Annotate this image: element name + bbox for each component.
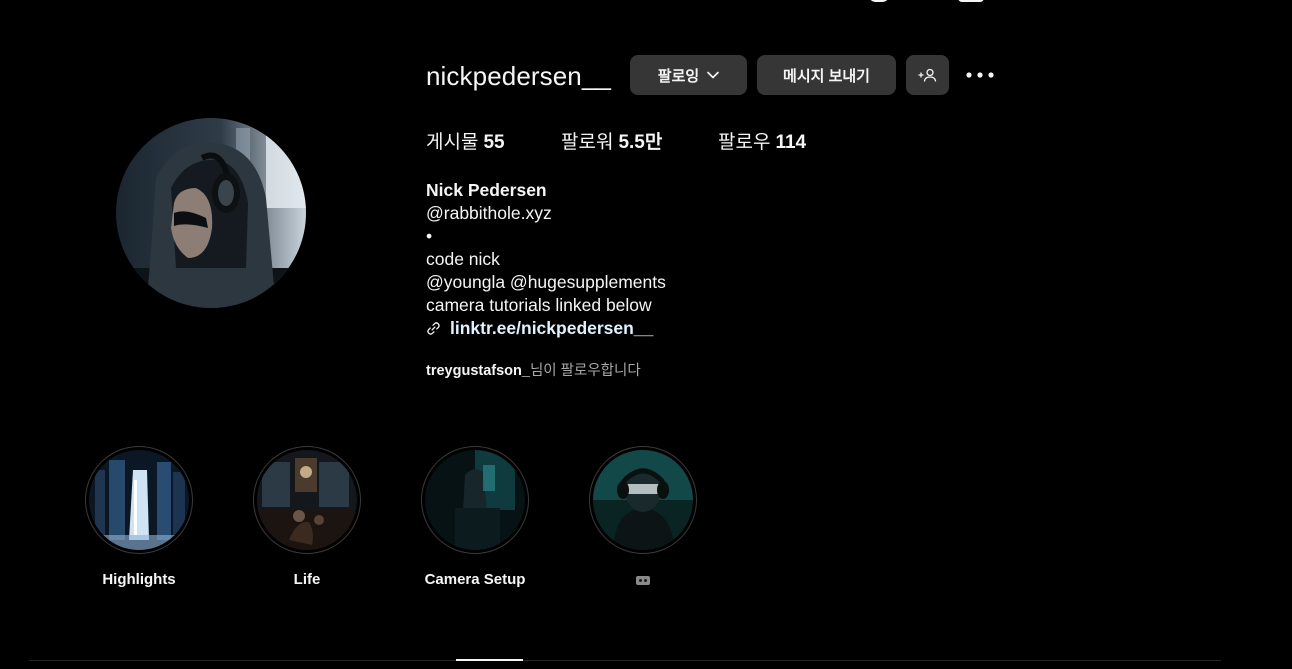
chevron-down-icon [707, 71, 720, 79]
posts-count: 게시물 55 [426, 131, 505, 155]
highlight-ring [421, 446, 529, 554]
followed-by-suffix: 님이 팔로우합니다 [529, 363, 641, 379]
story-highlight[interactable]: Camera Setup [405, 446, 545, 590]
top-nav-icon[interactable] [958, 0, 984, 2]
highlight-cover-image [425, 450, 525, 550]
followed-by-info[interactable]: treygustafson_님이 팔로우합니다 [426, 361, 641, 381]
story-highlight[interactable] [573, 446, 713, 590]
top-nav-icon[interactable] [868, 0, 890, 2]
followed-by-user[interactable]: treygustafson_ [426, 363, 530, 379]
profile-bio: Nick Pedersen @rabbithole.xyz • code nic… [426, 179, 666, 340]
cassette-tape-icon [636, 575, 650, 585]
highlight-cover [425, 450, 525, 550]
bio-line: • [426, 226, 433, 246]
send-message-button-label: 메시지 보내기 [783, 67, 870, 85]
profile-username: nickpedersen__ [426, 61, 611, 91]
followers-value: 5.5만 [618, 132, 663, 153]
highlight-ring [253, 446, 361, 554]
highlight-label: Camera Setup [424, 571, 526, 588]
highlight-ring [85, 446, 193, 554]
link-icon [427, 322, 440, 335]
bio-line[interactable]: @rabbithole.xyz [426, 202, 666, 225]
following-label: 팔로우 [718, 132, 771, 153]
followers-count[interactable]: 팔로워 5.5만 [561, 131, 662, 155]
bio-line[interactable]: @youngla @hugesupplements [426, 271, 666, 294]
highlight-cover [593, 450, 693, 550]
highlight-label: Highlights [102, 571, 176, 588]
highlight-cover-image [593, 450, 693, 550]
highlight-label: Life [293, 571, 321, 588]
followers-label: 팔로워 [561, 132, 614, 153]
bio-external-link[interactable]: linktr.ee/nickpedersen__ [426, 317, 666, 340]
story-highlight[interactable]: Life [237, 446, 377, 590]
highlight-ring [589, 446, 697, 554]
highlight-cover-image [89, 450, 189, 550]
following-button-label: 팔로잉 [657, 67, 700, 85]
following-value: 114 [775, 132, 807, 153]
highlight-cover-image [257, 450, 357, 550]
avatar-image [116, 118, 306, 308]
profile-avatar[interactable] [116, 118, 306, 308]
suggested-accounts-button[interactable] [906, 55, 949, 95]
person-plus-icon [917, 68, 936, 82]
more-options-button[interactable] [962, 64, 998, 86]
following-count[interactable]: 팔로우 114 [718, 131, 806, 155]
bio-line: camera tutorials linked below [426, 295, 652, 315]
more-horizontal-icon [966, 72, 994, 78]
send-message-button[interactable]: 메시지 보내기 [757, 55, 896, 95]
highlight-cover [89, 450, 189, 550]
highlight-cover [257, 450, 357, 550]
highlight-label [573, 570, 713, 590]
profile-full-name: Nick Pedersen [426, 180, 547, 200]
bio-link-text[interactable]: linktr.ee/nickpedersen__ [450, 317, 653, 340]
posts-label: 게시물 [426, 132, 479, 153]
posts-value: 55 [483, 132, 505, 153]
active-tab-indicator [456, 659, 523, 661]
story-highlight[interactable]: Highlights [69, 446, 209, 590]
bio-line: code nick [426, 249, 500, 269]
following-button[interactable]: 팔로잉 [630, 55, 747, 95]
tabs-divider [29, 660, 1221, 661]
